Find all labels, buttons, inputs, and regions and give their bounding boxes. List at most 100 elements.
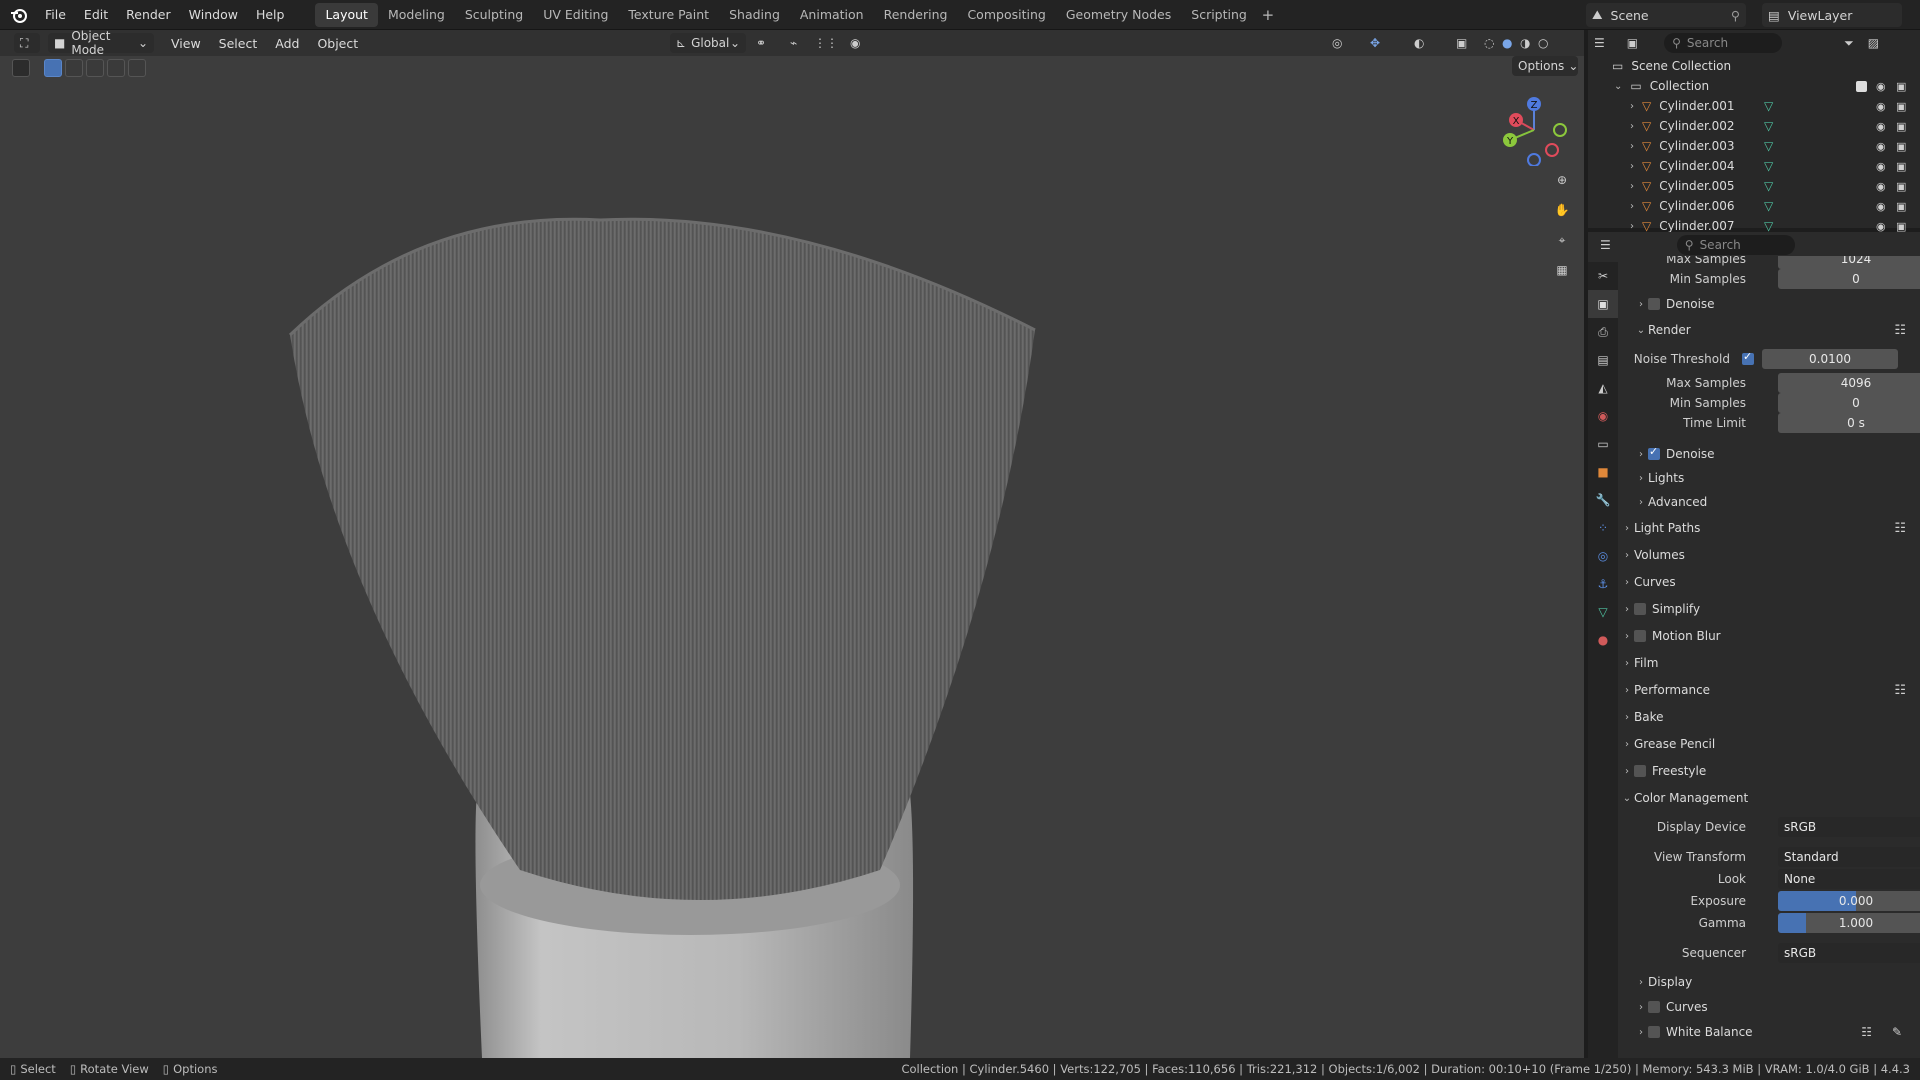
add-workspace-button[interactable]: + — [1257, 6, 1279, 24]
properties-editor-icon[interactable]: ☰ — [1600, 238, 1611, 252]
menu-view[interactable]: View — [162, 36, 210, 51]
select-new-icon[interactable] — [44, 59, 62, 77]
modifier-tab-icon[interactable]: 🔧 — [1588, 486, 1618, 514]
look-dropdown[interactable]: None — [1778, 866, 1920, 889]
outliner-item[interactable]: › ▽ Cylinder.002 ▽ ◉ ▣ — [1588, 116, 1920, 136]
eyedropper-icon[interactable]: ✎ — [1892, 1025, 1902, 1039]
data-tab-icon[interactable]: ▽ — [1588, 598, 1618, 626]
presets-icon[interactable]: ☷ — [1894, 323, 1906, 338]
simplify-panel[interactable]: › Simplify — [1620, 597, 1920, 621]
tab-rendering[interactable]: Rendering — [874, 3, 958, 27]
lights-subpanel[interactable]: › Lights — [1620, 466, 1920, 490]
scene-collection-row[interactable]: ▭ Scene Collection — [1588, 56, 1920, 76]
rendered-shading-icon[interactable]: ○ — [1538, 36, 1548, 50]
camera-icon[interactable]: ▣ — [1896, 120, 1906, 133]
outliner-item[interactable]: › ▽ Cylinder.005 ▽ ◉ ▣ — [1588, 176, 1920, 196]
material-tab-icon[interactable]: ● — [1588, 626, 1618, 654]
visibility-icon[interactable]: ◎ — [1332, 36, 1342, 50]
snap-grid-icon[interactable]: ⋮⋮ — [814, 36, 838, 50]
solid-shading-icon[interactable]: ● — [1502, 36, 1512, 50]
outliner-item[interactable]: › ▽ Cylinder.001 ▽ ◉ ▣ — [1588, 96, 1920, 116]
advanced-subpanel[interactable]: › Advanced — [1620, 490, 1920, 514]
collection-tab-icon[interactable]: ▭ — [1588, 430, 1618, 458]
outliner-item[interactable]: › ▽ Cylinder.003 ▽ ◉ ▣ — [1588, 136, 1920, 156]
display-subpanel[interactable]: › Display — [1620, 970, 1920, 994]
menu-window[interactable]: Window — [180, 0, 247, 30]
simplify-checkbox[interactable] — [1634, 603, 1646, 615]
snap-icon[interactable]: ⌁ — [790, 36, 797, 50]
editor-type-button[interactable]: ⛶ — [14, 33, 40, 53]
eye-icon[interactable]: ◉ — [1876, 140, 1886, 153]
curves-panel[interactable]: › Curves — [1620, 570, 1920, 594]
grease-pencil-panel[interactable]: › Grease Pencil — [1620, 732, 1920, 756]
tab-layout[interactable]: Layout — [315, 2, 378, 27]
select-invert-icon[interactable] — [107, 59, 125, 77]
denoise-render-checkbox[interactable] — [1648, 445, 1660, 460]
presets-icon[interactable]: ☷ — [1894, 683, 1906, 698]
tab-texture-paint[interactable]: Texture Paint — [618, 3, 719, 27]
camera-icon[interactable]: ▣ — [1896, 180, 1906, 193]
tab-shading[interactable]: Shading — [719, 3, 790, 27]
blender-logo-icon[interactable] — [6, 2, 32, 28]
bake-panel[interactable]: › Bake — [1620, 705, 1920, 729]
eye-icon[interactable]: ◉ — [1876, 80, 1886, 93]
tab-scripting[interactable]: Scripting — [1181, 3, 1257, 27]
sequencer-dropdown[interactable]: sRGB — [1778, 940, 1920, 963]
mode-selector[interactable]: ■ Object Mode ⌄ — [48, 30, 154, 57]
menu-edit[interactable]: Edit — [75, 0, 117, 30]
outliner-search-input[interactable]: ⚲ Search — [1664, 33, 1783, 53]
xray-toggle-icon[interactable]: ▣ — [1456, 36, 1467, 50]
camera-icon[interactable]: ▣ — [1896, 100, 1906, 113]
light-paths-panel[interactable]: › Light Paths ☷ — [1620, 516, 1920, 540]
proportional-edit-icon[interactable]: ◉ — [850, 36, 860, 50]
pivot-icon[interactable]: ⚭ — [756, 36, 766, 50]
menu-add[interactable]: Add — [266, 36, 308, 51]
eye-icon[interactable]: ◉ — [1876, 120, 1886, 133]
options-button[interactable]: Options ⌄ — [1512, 56, 1578, 76]
max-samples-field[interactable]: 4096 — [1778, 373, 1920, 393]
select-tool-icon[interactable] — [12, 59, 30, 77]
tab-uv-editing[interactable]: UV Editing — [533, 3, 618, 27]
denoise-checkbox[interactable] — [1648, 298, 1660, 310]
color-management-panel[interactable]: ⌄ Color Management — [1620, 786, 1920, 810]
scene-tab-icon[interactable]: ◭ — [1588, 374, 1618, 402]
performance-panel[interactable]: › Performance ☷ — [1620, 678, 1920, 702]
gizmo-toggle-icon[interactable]: ✥ — [1370, 36, 1380, 50]
presets-icon[interactable]: ☷ — [1894, 521, 1906, 536]
material-shading-icon[interactable]: ◑ — [1520, 36, 1530, 50]
menu-file[interactable]: File — [36, 0, 75, 30]
freestyle-panel[interactable]: › Freestyle — [1620, 759, 1920, 783]
output-tab-icon[interactable]: ⎙ — [1588, 318, 1618, 346]
display-mode-icon[interactable]: ▣ — [1627, 36, 1638, 50]
eye-icon[interactable]: ◉ — [1876, 160, 1886, 173]
cm-curves-subpanel[interactable]: › Curves — [1620, 995, 1920, 1019]
select-subtract-icon[interactable] — [86, 59, 104, 77]
outliner-item[interactable]: › ▽ Cylinder.006 ▽ ◉ ▣ — [1588, 196, 1920, 216]
menu-help[interactable]: Help — [247, 0, 294, 30]
tab-animation[interactable]: Animation — [790, 3, 874, 27]
menu-render[interactable]: Render — [117, 0, 180, 30]
render-subpanel[interactable]: ⌄ Render ☷ — [1620, 318, 1920, 342]
camera-icon[interactable]: ▣ — [1896, 160, 1906, 173]
select-intersect-icon[interactable] — [128, 59, 146, 77]
time-limit-field[interactable]: 0 s — [1778, 413, 1920, 433]
pin-icon[interactable]: ⚲ — [1731, 8, 1740, 23]
physics-tab-icon[interactable]: ◎ — [1588, 542, 1618, 570]
zoom-icon[interactable]: ⊕ — [1548, 166, 1576, 194]
denoise-render-subpanel[interactable]: › Denoise — [1620, 442, 1920, 466]
white-balance-checkbox[interactable] — [1648, 1026, 1660, 1038]
gamma-slider[interactable]: 1.000 — [1778, 913, 1920, 933]
outliner-editor-icon[interactable]: ☰ — [1594, 36, 1605, 50]
pan-hand-icon[interactable]: ✋ — [1548, 196, 1576, 224]
tab-modeling[interactable]: Modeling — [378, 3, 455, 27]
denoise-subpanel[interactable]: › Denoise — [1620, 292, 1920, 316]
perspective-grid-icon[interactable]: ▦ — [1548, 256, 1576, 284]
tab-geometry-nodes[interactable]: Geometry Nodes — [1056, 3, 1181, 27]
world-tab-icon[interactable]: ◉ — [1588, 402, 1618, 430]
view-layer-tab-icon[interactable]: ▤ — [1588, 346, 1618, 374]
properties-search-input[interactable]: ⚲ Search — [1676, 235, 1795, 255]
presets-icon[interactable]: ☷ — [1861, 1025, 1872, 1039]
particles-tab-icon[interactable]: ⁘ — [1588, 514, 1618, 542]
orientation-selector[interactable]: ⊾ Global ⌄ — [670, 33, 746, 53]
collection-row[interactable]: ⌄ ▭ Collection ◉ ▣ — [1588, 76, 1920, 96]
